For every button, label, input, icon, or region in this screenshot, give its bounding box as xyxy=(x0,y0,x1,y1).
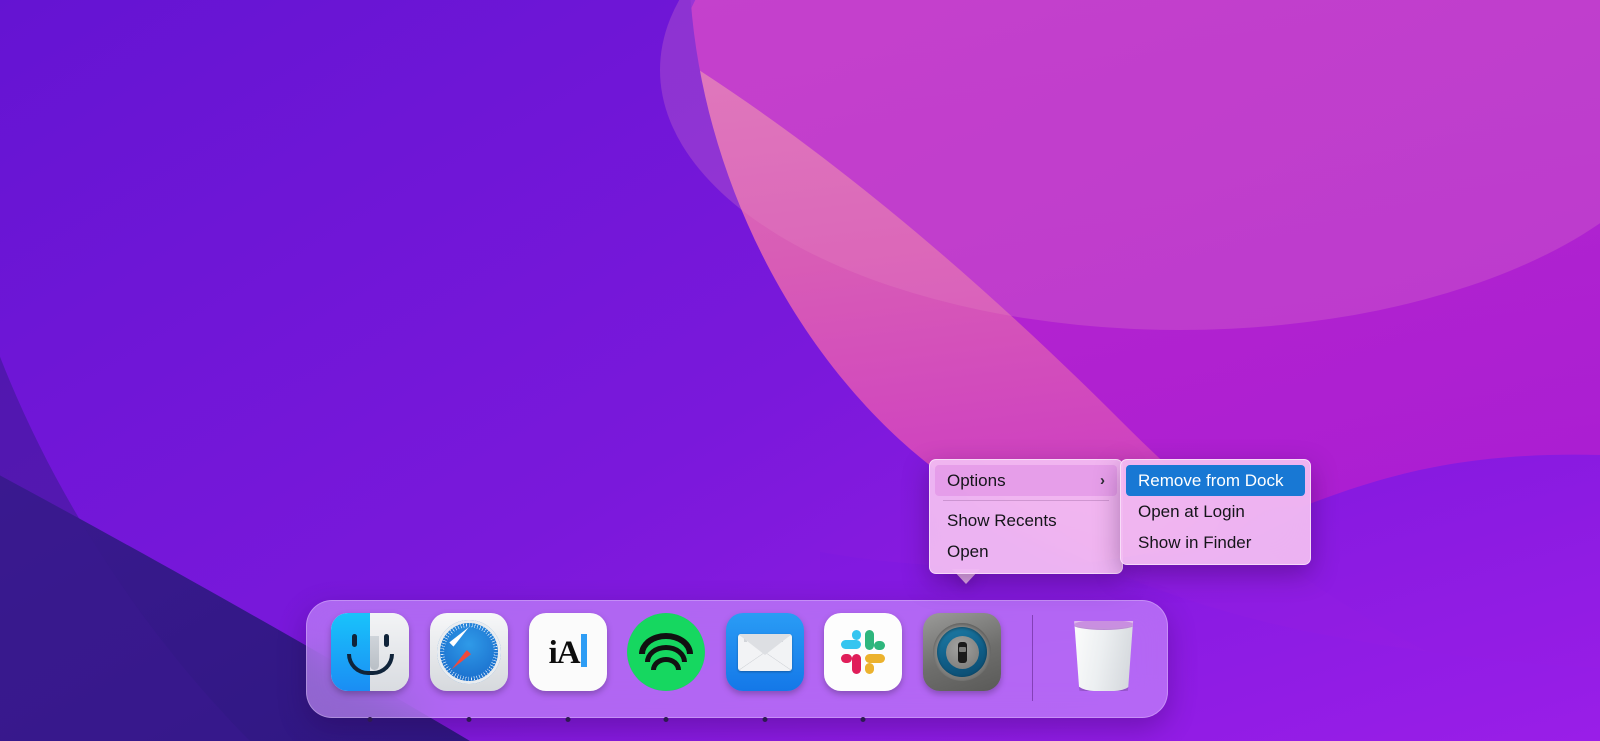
running-indicator-dot xyxy=(466,717,471,722)
running-indicator-dot xyxy=(368,717,373,722)
slack-blade-blue-v xyxy=(852,630,861,640)
context-menu[interactable]: Options › Show Recents Open xyxy=(929,459,1123,574)
slack-blade-green-h xyxy=(874,641,885,650)
dock-separator-slot xyxy=(1011,613,1054,705)
trash-icon[interactable] xyxy=(1065,613,1143,691)
context-menu-item-options[interactable]: Options › xyxy=(935,465,1117,496)
finder-icon[interactable] xyxy=(331,613,409,691)
running-indicator-dot xyxy=(762,717,767,722)
running-indicator-dot xyxy=(861,717,866,722)
mail-icon[interactable] xyxy=(726,613,804,691)
context-menu-divider xyxy=(943,500,1109,501)
safari-icon[interactable] xyxy=(430,613,508,691)
options-submenu[interactable]: Remove from Dock Open at Login Show in F… xyxy=(1120,459,1311,565)
dock-item-mail[interactable] xyxy=(716,613,815,705)
context-menu-item-label: Open xyxy=(947,536,989,567)
spotify-icon[interactable] xyxy=(627,613,705,691)
context-menu-item-open[interactable]: Open xyxy=(935,536,1117,567)
finder-eye-left xyxy=(352,634,357,647)
submenu-item-open-at-login[interactable]: Open at Login xyxy=(1126,496,1305,527)
submenu-item-remove-from-dock[interactable]: Remove from Dock xyxy=(1126,465,1305,496)
finder-eye-right xyxy=(384,634,389,647)
1password-ring-blue xyxy=(937,627,987,677)
dock[interactable]: iA xyxy=(306,600,1168,718)
submenu-item-show-in-finder[interactable]: Show in Finder xyxy=(1126,527,1305,558)
safari-compass-dial xyxy=(437,620,501,684)
submenu-item-label: Open at Login xyxy=(1138,496,1245,527)
slack-blade-red-h xyxy=(841,654,852,663)
mail-envelope xyxy=(738,634,792,671)
1password-icon[interactable] xyxy=(923,613,1001,691)
ia-writer-icon[interactable]: iA xyxy=(529,613,607,691)
ia-writer-glyph: iA xyxy=(549,635,580,671)
dock-item-finder[interactable] xyxy=(321,613,420,705)
context-menu-item-show-recents[interactable]: Show Recents xyxy=(935,505,1117,536)
slack-blade-yellow-v xyxy=(865,663,874,674)
running-indicator-dot xyxy=(565,717,570,722)
spotify-circle xyxy=(627,613,705,691)
slack-blade-blue-h xyxy=(841,640,861,649)
running-indicator-dot xyxy=(664,717,669,722)
mail-envelope-flap xyxy=(738,634,792,655)
dock-item-slack[interactable] xyxy=(814,613,913,705)
1password-ring-outer xyxy=(933,623,991,681)
dock-item-spotify[interactable] xyxy=(617,613,716,705)
context-menu-item-label: Options xyxy=(947,465,1006,496)
submenu-item-label: Show in Finder xyxy=(1138,527,1251,558)
dock-item-trash[interactable] xyxy=(1054,613,1153,705)
dock-item-safari[interactable] xyxy=(420,613,519,705)
slack-icon[interactable] xyxy=(824,613,902,691)
finder-face-left xyxy=(331,613,370,691)
slack-blade-green-v xyxy=(865,630,874,650)
trash-can-lip xyxy=(1071,617,1137,630)
chevron-right-icon: › xyxy=(1100,473,1105,488)
submenu-item-label: Remove from Dock xyxy=(1138,465,1283,496)
1password-ring-inner xyxy=(946,636,979,669)
slack-blade-red-v xyxy=(852,654,861,674)
context-menu-item-label: Show Recents xyxy=(947,505,1057,536)
1password-keyhole xyxy=(958,642,967,663)
dock-item-ia-writer[interactable]: iA xyxy=(518,613,617,705)
trash-can-body xyxy=(1072,621,1136,691)
ia-writer-caret xyxy=(581,634,587,667)
slack-blade-yellow-h xyxy=(865,654,885,663)
dock-item-1password[interactable] xyxy=(913,613,1012,705)
dock-separator xyxy=(1032,615,1033,701)
